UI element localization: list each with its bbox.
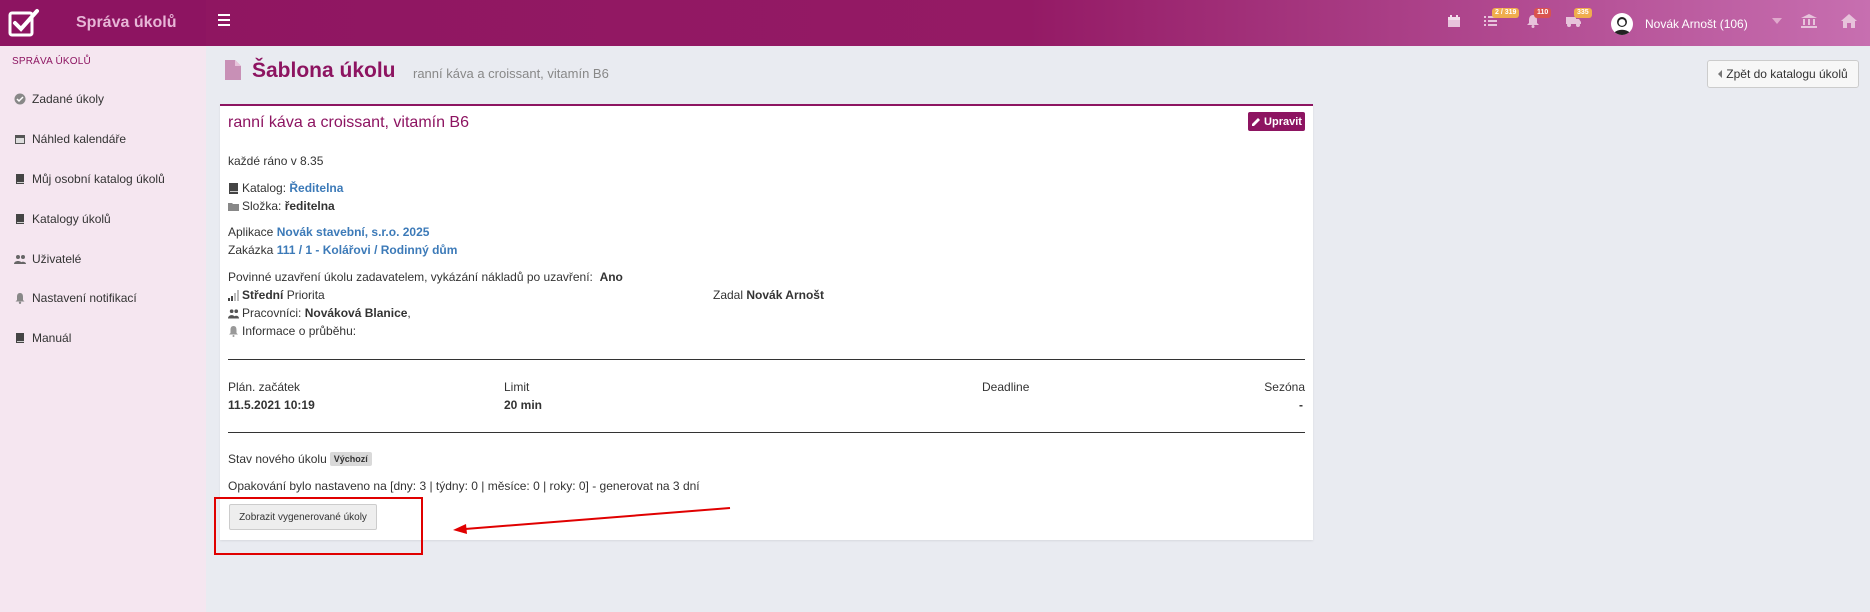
application-link[interactable]: Novák stavební, s.r.o. 2025 [277,225,430,239]
workers-separator: , [407,306,411,320]
priority-row: Střední Priorita [228,288,325,302]
progress-label: Informace o průběhu: [242,324,357,338]
bell-icon[interactable]: 110 [1526,8,1552,32]
home-icon[interactable] [1841,14,1859,32]
folder-icon [228,202,239,211]
sidebar-item-label: Můj osobní katalog úkolů [32,172,165,186]
sidebar-item-manual[interactable]: Manuál [14,327,71,349]
book-icon [16,214,24,224]
pencil-icon [1252,117,1261,126]
closing-row: Povinné uzavření úkolu zadavatelem, vyká… [228,270,623,284]
priority-label: Priorita [286,288,325,302]
catalog-label: Katalog: [242,181,287,195]
closing-label: Povinné uzavření úkolu zadavatelem, vyká… [228,270,593,284]
deadline-label: Deadline [982,380,1030,394]
calendar-icon[interactable] [1447,14,1465,32]
chevron-down-icon[interactable] [1772,18,1782,24]
workers-label: Pracovníci: [242,306,302,320]
assigned-by-label: Zadal [713,288,744,302]
sidebar-item-katalogy-ukolu[interactable]: Katalogy úkolů [14,208,111,230]
workers-row: Pracovníci: Nováková Blanice, [228,306,411,320]
sidebar-item-label: Katalogy úkolů [32,212,111,226]
sidebar: SPRÁVA ÚKOLŮ Zadané úkoly Náhled kalendá… [0,46,206,612]
user-name[interactable]: Novák Arnošt (106) [1645,17,1748,31]
page-title: Šablona úkolu [252,59,396,82]
check-circle-icon [14,93,26,105]
catalog-row: Katalog: Ředitelna [228,181,343,195]
application-row: Aplikace Novák stavební, s.r.o. 2025 [228,225,429,239]
application-label: Aplikace [228,225,274,239]
document-icon [225,60,241,80]
sidebar-item-label: Náhled kalendáře [32,132,127,146]
task-description: každé ráno v 8.35 [228,154,324,168]
chevron-left-icon [1718,70,1723,78]
assigned-by-value: Novák Arnošt [746,288,824,302]
truck-badge: 335 [1574,8,1592,18]
task-list-icon[interactable]: 2 / 319 [1484,8,1520,32]
folder-row: Složka: ředitelna [228,199,335,213]
new-state-label: Stav nového úkolu [228,452,327,466]
status-badge: Výchozí [329,452,372,466]
edit-button-label: Upravit [1264,115,1302,128]
repeat-info: Opakování bylo nastaveno na [dny: 3 | tý… [228,479,700,493]
season-value: - [1299,398,1303,412]
book-icon [16,174,24,184]
divider [228,359,1305,360]
red-arrow-icon [453,507,731,534]
truck-icon[interactable]: 335 [1566,8,1592,32]
sidebar-item-label: Nastavení notifikací [32,291,137,305]
catalog-link[interactable]: Ředitelna [289,181,343,195]
limit-label: Limit [504,380,530,394]
order-link[interactable]: 111 / 1 - Kolářovi / Rodinný dům [277,243,458,257]
card-title: ranní káva a croissant, vitamín B6 [228,114,469,131]
season-label: Sezóna [1264,380,1305,394]
back-button-label: Zpět do katalogu úkolů [1726,67,1848,81]
users-icon [14,255,26,264]
page-subtitle: ranní káva a croissant, vitamín B6 [413,66,609,81]
sidebar-item-label: Uživatelé [32,252,82,266]
order-row: Zakázka 111 / 1 - Kolářovi / Rodinný dům [228,243,457,257]
book-icon [229,182,238,194]
sidebar-item-nastaveni-notifikaci[interactable]: Nastavení notifikací [14,287,137,309]
bell-icon [15,293,25,304]
workers-value: Nováková Blanice [304,306,408,320]
sidebar-item-nahled-kalendare[interactable]: Náhled kalendáře [14,128,126,150]
sidebar-item-osobni-katalog[interactable]: Můj osobní katalog úkolů [14,168,165,190]
folder-value: ředitelna [284,199,335,213]
avatar[interactable] [1611,13,1633,35]
sidebar-item-label: Zadané úkoly [32,92,105,106]
priority-value: Střední [242,288,284,302]
sidebar-section-title: SPRÁVA ÚKOLŮ [12,56,91,67]
new-state-row: Stav nového úkolu Výchozí [228,452,372,466]
highlight-box [214,497,423,555]
edit-button[interactable]: Upravit [1248,112,1305,131]
sidebar-item-uzivatele[interactable]: Uživatelé [14,248,81,270]
progress-row: Informace o průběhu: [228,324,356,338]
sidebar-item-zadane-ukoly[interactable]: Zadané úkoly [14,88,104,110]
users-icon [228,308,239,319]
bell-icon [229,325,238,337]
closing-value: Ano [599,270,623,284]
checkbox-logo-icon [8,9,39,37]
task-template-card: ranní káva a croissant, vitamín B6 Uprav… [220,104,1313,540]
signal-bars-icon [228,289,239,301]
order-label: Zakázka [228,243,274,257]
plan-start-label: Plán. začátek [228,380,301,394]
menu-toggle-icon[interactable] [218,14,232,28]
calendar-icon [15,135,25,144]
divider [228,432,1305,433]
brand-name: Správa úkolů [76,14,177,31]
book-icon [16,333,24,343]
folder-label: Složka: [242,199,282,213]
top-bar: Správa úkolů 2 / 319 110 335 Novák Arnoš… [0,0,1870,46]
brand-area[interactable]: Správa úkolů [0,0,206,46]
back-to-catalog-button[interactable]: Zpět do katalogu úkolů [1707,60,1859,88]
bank-icon[interactable] [1801,14,1819,32]
tasks-badge: 2 / 319 [1492,8,1520,18]
plan-start-value: 11.5.2021 10:19 [228,398,315,412]
notifications-badge: 110 [1534,8,1552,18]
assigned-by-row: Zadal Novák Arnošt [713,288,824,302]
sidebar-item-label: Manuál [32,331,72,345]
limit-value: 20 min [504,398,543,412]
